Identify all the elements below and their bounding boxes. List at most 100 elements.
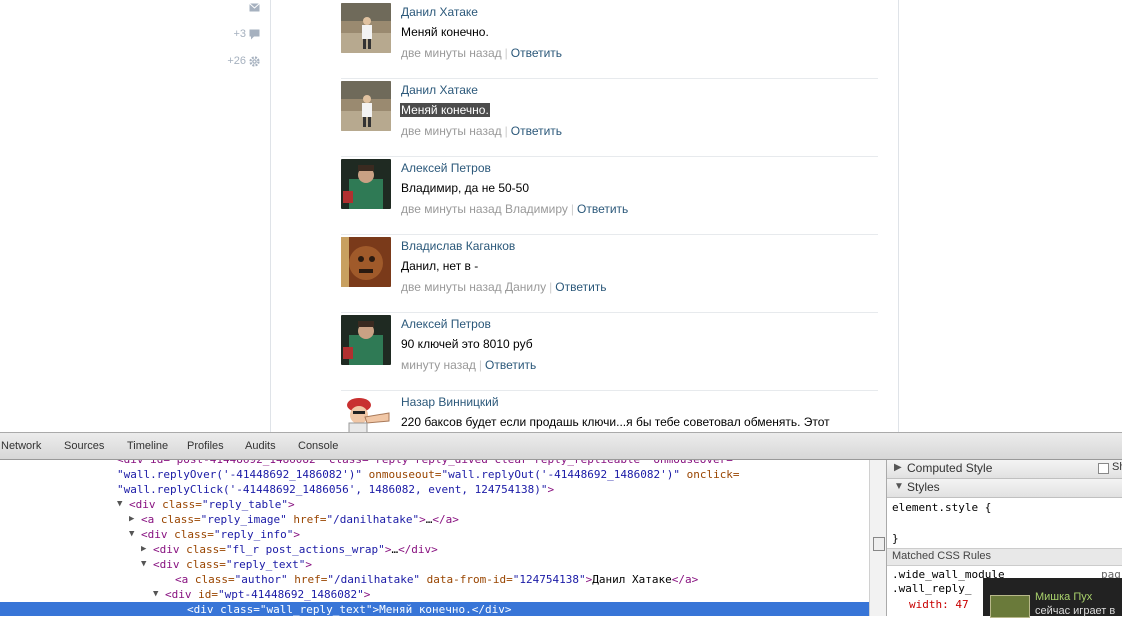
reply-text: 90 ключей это 8010 руб xyxy=(401,337,533,351)
separator: | xyxy=(570,202,574,216)
reply-item[interactable]: Данил Хатаке Меняй конечно. две минуты н… xyxy=(341,78,878,157)
dom-line[interactable]: ▶ <a class="reply_image" href="/danilhata… xyxy=(0,512,869,527)
dom-line[interactable]: ▶ <div class="fl_r post_actions_wrap">…</… xyxy=(0,542,869,557)
dom-line-selected[interactable]: <div class="wall_reply_text">Меняй конеч… xyxy=(0,602,869,616)
sidebar-divider xyxy=(270,0,271,432)
reply-text: 220 баксов будет если продашь ключи...я … xyxy=(401,415,830,429)
computed-style-label: Computed Style xyxy=(907,461,993,475)
reply-time[interactable]: две минуты назад xyxy=(401,280,502,294)
reply-meta: две минуты назад | Ответить xyxy=(401,124,562,138)
expand-right-icon: ▶ xyxy=(894,462,902,473)
reply-to[interactable]: Данилу xyxy=(505,280,546,294)
computed-style-header[interactable]: ▶ Computed Style Sh xyxy=(887,460,1122,479)
expand-triangle-icon[interactable]: ▼ xyxy=(117,497,122,512)
reply-meta: минуту назад | Ответить xyxy=(401,358,536,372)
reply-item[interactable]: Данил Хатаке Меняй конечно. две минуты н… xyxy=(341,0,878,79)
separator: | xyxy=(549,280,553,294)
reply-text: Меняй конечно. xyxy=(401,25,489,39)
reply-item[interactable]: Владислав Каганков Данил, нет в - две ми… xyxy=(341,234,878,313)
dom-line[interactable]: ▼ <div id="wpt-41448692_1486082"> xyxy=(0,587,869,602)
separator: | xyxy=(478,358,483,372)
expand-triangle-icon[interactable]: ▼ xyxy=(153,587,158,602)
styles-header[interactable]: ▼ Styles xyxy=(887,479,1122,498)
tab-audits[interactable]: Audits xyxy=(245,440,276,452)
dom-line[interactable]: ▼ <div class="reply_text"> xyxy=(0,557,869,572)
reply-author[interactable]: Данил Хатаке xyxy=(401,5,478,19)
game-notification[interactable]: Мишка Пух сейчас играет в xyxy=(983,578,1122,618)
reply-author[interactable]: Данил Хатаке xyxy=(401,83,478,97)
reply-item[interactable]: Алексей Петров 90 ключей это 8010 руб ми… xyxy=(341,312,878,391)
sidebar-row-settings[interactable]: +26 xyxy=(227,55,260,67)
tab-sources[interactable]: Sources xyxy=(64,440,104,452)
avatar[interactable] xyxy=(341,159,391,209)
sidebar-row-messages[interactable] xyxy=(246,2,260,13)
avatar[interactable] xyxy=(341,315,391,365)
page: +3 +26 Данил Хатаке Меняй конечно. две м… xyxy=(0,0,1122,432)
reply-button[interactable]: Ответить xyxy=(485,358,536,372)
tab-profiles[interactable]: Profiles xyxy=(187,440,224,452)
element-style-close: } xyxy=(892,532,899,545)
reply-button[interactable]: Ответить xyxy=(511,46,562,60)
reply-item[interactable]: Назар Винницкий 220 баксов будет если пр… xyxy=(341,390,878,432)
gear-icon xyxy=(249,55,260,67)
reply-author[interactable]: Назар Винницкий xyxy=(401,395,499,409)
reply-author[interactable]: Алексей Петров xyxy=(401,161,491,175)
left-sidebar: +3 +26 xyxy=(0,0,271,432)
css-property[interactable]: width: 47 xyxy=(909,598,969,611)
expand-triangle-icon[interactable]: ▶ xyxy=(129,512,134,527)
notification-name[interactable]: Мишка Пух xyxy=(1035,591,1092,603)
reply-button[interactable]: Ответить xyxy=(577,202,628,216)
reply-author[interactable]: Алексей Петров xyxy=(401,317,491,331)
devtools-toolbar: Network Sources Timeline Profiles Audits… xyxy=(0,432,1122,460)
separator: | xyxy=(504,46,508,60)
dom-line[interactable]: ▼ <div class="reply_table"> xyxy=(0,497,869,512)
sidebar-count: +26 xyxy=(227,55,246,67)
css-rule-selector[interactable]: .wall_reply_ xyxy=(892,582,971,595)
avatar[interactable] xyxy=(341,237,391,287)
reply-text: Данил, нет в - xyxy=(401,259,479,273)
reply-time[interactable]: две минуты назад xyxy=(401,124,502,138)
dom-line[interactable]: "wall.replyClick('-41448692_1486056', 14… xyxy=(0,482,869,497)
reply-meta: две минуты назад Владимиру | Ответить xyxy=(401,202,628,216)
reply-time[interactable]: две минуты назад xyxy=(401,46,502,60)
devtools-panel: Network Sources Timeline Profiles Audits… xyxy=(0,432,1122,616)
comment-icon xyxy=(249,29,260,39)
reply-time[interactable]: две минуты назад xyxy=(401,202,502,216)
tab-console[interactable]: Console xyxy=(298,440,338,452)
tab-network[interactable]: Network xyxy=(1,440,41,452)
dom-tree[interactable]: <div id="post-41448692_1486082" class="r… xyxy=(0,460,869,616)
reply-to[interactable]: Владимиру xyxy=(505,202,568,216)
reply-button[interactable]: Ответить xyxy=(511,124,562,138)
sidebar-count: +3 xyxy=(233,28,246,40)
expand-triangle-icon[interactable]: ▶ xyxy=(141,542,146,557)
reply-button[interactable]: Ответить xyxy=(555,280,606,294)
separator: | xyxy=(504,124,508,138)
expand-triangle-icon[interactable]: ▼ xyxy=(129,527,134,542)
game-thumbnail xyxy=(990,595,1030,618)
show-inherited-checkbox[interactable] xyxy=(1098,463,1109,474)
tab-timeline[interactable]: Timeline xyxy=(127,440,168,452)
reply-meta: две минуты назад Данилу | Ответить xyxy=(401,280,607,294)
avatar[interactable] xyxy=(341,81,391,131)
dom-line[interactable]: "wall.replyOver('-41448692_1486082')" on… xyxy=(0,467,869,482)
avatar[interactable] xyxy=(341,3,391,53)
reply-author[interactable]: Владислав Каганков xyxy=(401,239,515,253)
reply-meta: две минуты назад | Ответить xyxy=(401,46,562,60)
matched-css-label: Matched CSS Rules xyxy=(892,550,992,562)
reply-time[interactable]: минуту назад xyxy=(401,358,476,372)
element-style-rule[interactable]: element.style { xyxy=(892,501,991,514)
dom-scrollbar[interactable] xyxy=(869,460,887,616)
reply-item[interactable]: Алексей Петров Владимир, да не 50-50 две… xyxy=(341,156,878,235)
dom-line[interactable]: ▼ <div class="reply_info"> xyxy=(0,527,869,542)
avatar[interactable] xyxy=(341,393,391,432)
expand-triangle-icon[interactable]: ▼ xyxy=(141,557,146,572)
reply-text-selected: Меняй конечно. xyxy=(400,103,490,117)
dom-line[interactable]: <div id="post-41448692_1486082" class="r… xyxy=(0,460,869,467)
show-inherited-label: Sh xyxy=(1112,461,1122,473)
scroll-thumb[interactable] xyxy=(873,537,885,551)
sidebar-row-comments[interactable]: +3 xyxy=(233,28,260,40)
styles-label: Styles xyxy=(907,480,940,494)
content-divider xyxy=(898,0,899,432)
notification-text: сейчас играет в xyxy=(1035,605,1116,617)
dom-line[interactable]: <a class="author" href="/danilhatake" da… xyxy=(0,572,869,587)
